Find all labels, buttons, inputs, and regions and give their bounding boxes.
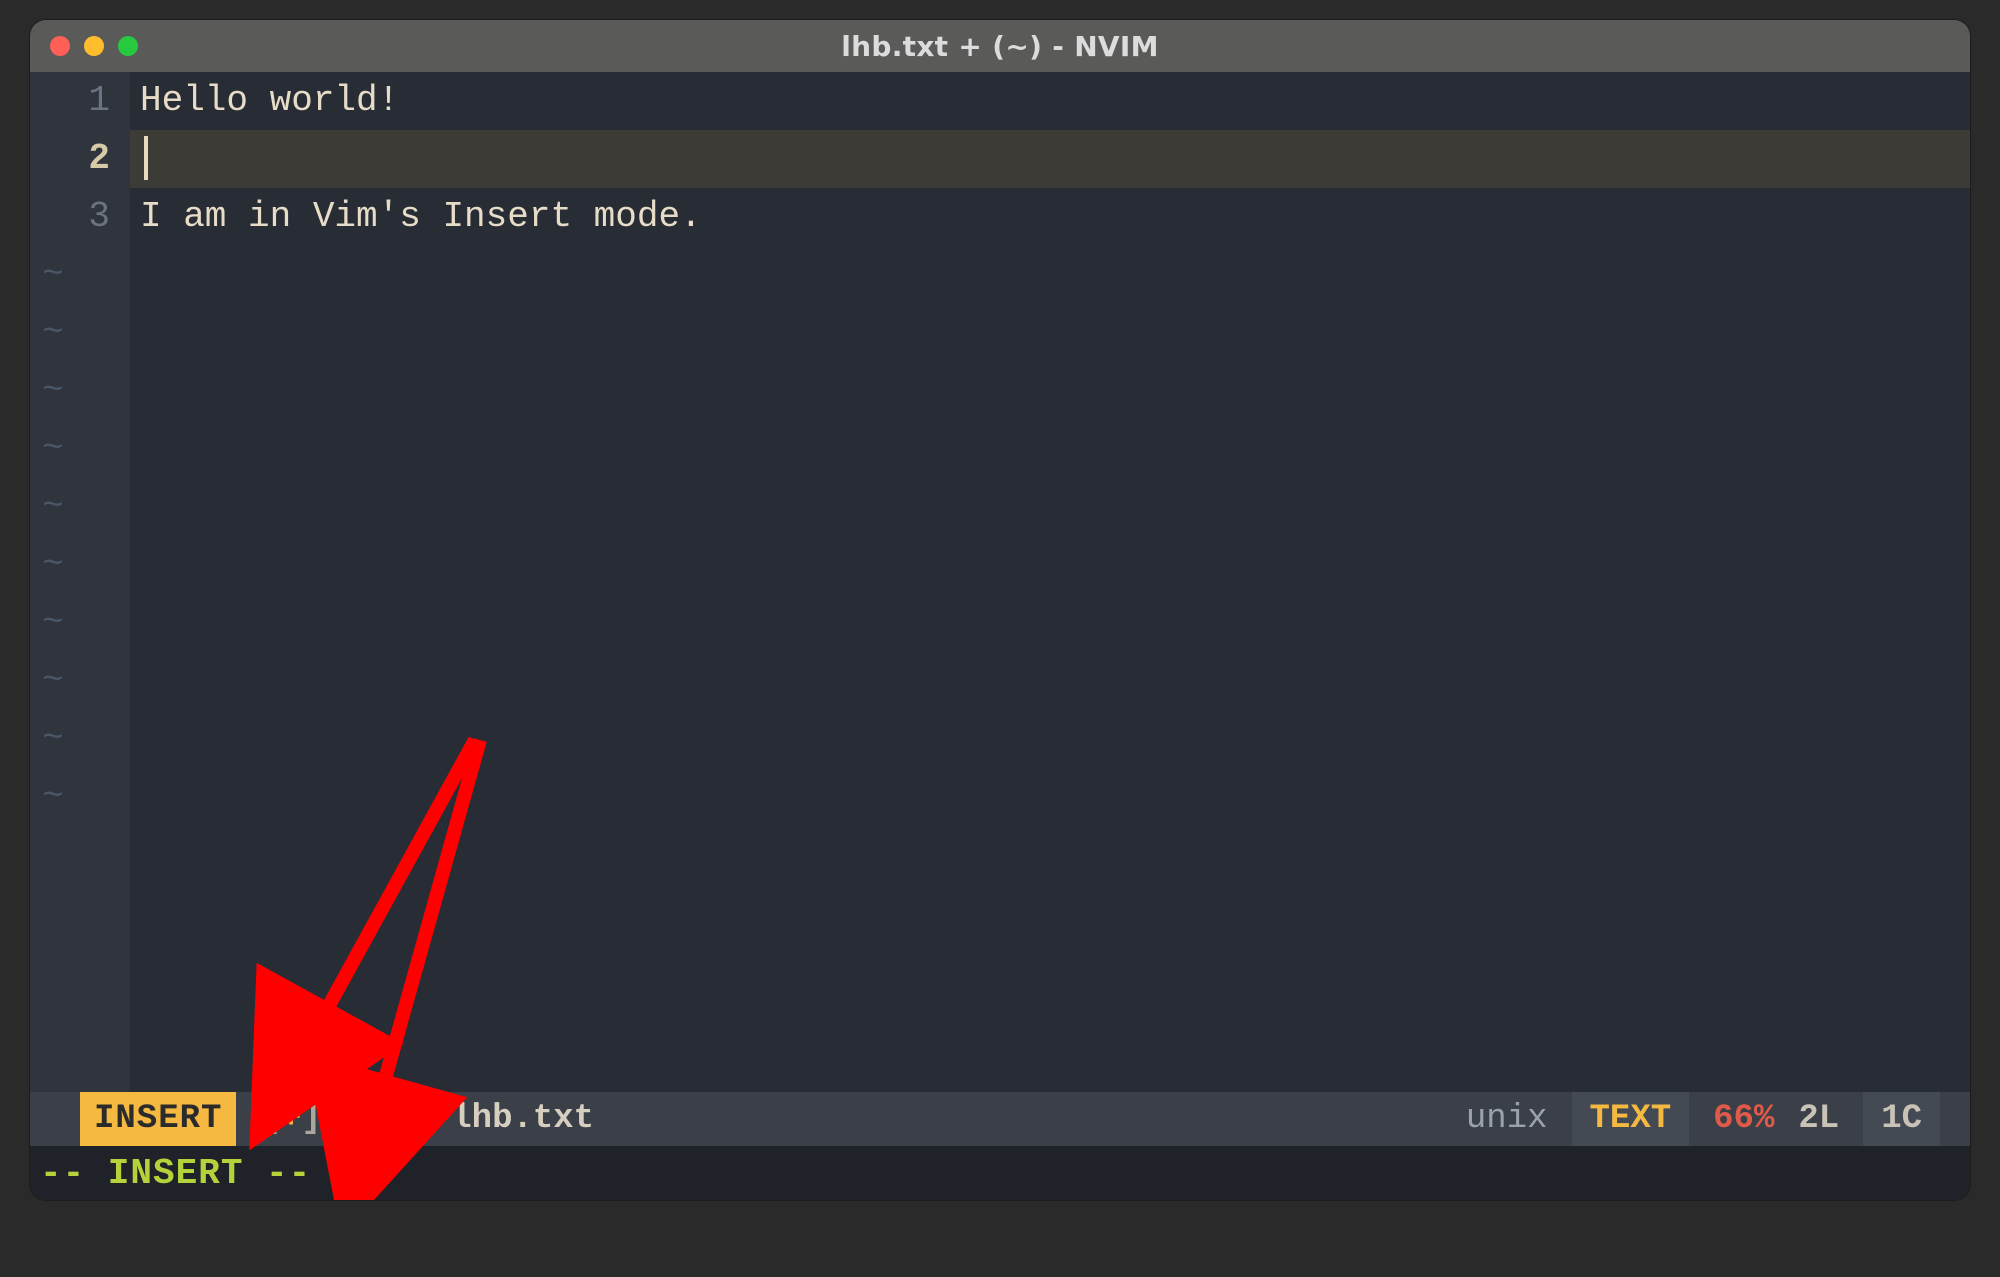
line-position: 2L xyxy=(1798,1100,1839,1138)
tilde-marker: ~ xyxy=(30,420,130,478)
tilde-marker: ~ xyxy=(30,710,130,768)
line-number: 1 xyxy=(30,72,130,130)
titlebar: lhb.txt + (~) - NVIM xyxy=(30,20,1970,72)
editor-line[interactable]: 1Hello world! xyxy=(30,72,1970,130)
editor-area[interactable]: 1Hello world!23I am in Vim's Insert mode… xyxy=(30,72,1970,1092)
tilde-marker: ~ xyxy=(30,246,130,304)
minimize-button[interactable] xyxy=(84,36,104,56)
window-title: lhb.txt + (~) - NVIM xyxy=(30,30,1970,63)
scroll-percent: 66% xyxy=(1713,1100,1774,1138)
close-button[interactable] xyxy=(50,36,70,56)
fileformat-label: unix xyxy=(1466,1100,1548,1138)
filename-label: lhb.txt xyxy=(451,1100,594,1138)
tilde-marker: ~ xyxy=(30,304,130,362)
filetype-badge: TEXT xyxy=(1572,1092,1690,1146)
terminal-window: lhb.txt + (~) - NVIM 1Hello world!23I am… xyxy=(30,20,1970,1200)
line-number: 3 xyxy=(30,188,130,246)
maximize-button[interactable] xyxy=(118,36,138,56)
statusline: INSERT [+] [RW] lhb.txt unix TEXT 66% 2L… xyxy=(30,1092,1970,1146)
line-text[interactable]: I am in Vim's Insert mode. xyxy=(130,188,702,246)
line-text[interactable] xyxy=(130,130,148,188)
editor-line[interactable]: 3I am in Vim's Insert mode. xyxy=(30,188,1970,246)
tilde-marker: ~ xyxy=(30,594,130,652)
line-number: 2 xyxy=(30,130,130,188)
tilde-marker: ~ xyxy=(30,652,130,710)
readwrite-flag: [RW] xyxy=(346,1100,428,1138)
tilde-marker: ~ xyxy=(30,768,130,826)
modified-flag: [+] xyxy=(260,1100,321,1138)
command-line[interactable]: -- INSERT -- xyxy=(30,1146,1970,1200)
tilde-marker: ~ xyxy=(30,362,130,420)
line-text[interactable]: Hello world! xyxy=(130,72,399,130)
traffic-lights xyxy=(50,36,138,56)
mode-message: -- INSERT -- xyxy=(40,1153,311,1194)
tilde-marker: ~ xyxy=(30,478,130,536)
mode-indicator: INSERT xyxy=(80,1092,236,1146)
editor-line[interactable]: 2 xyxy=(30,130,1970,188)
cursor xyxy=(144,136,148,180)
tilde-marker: ~ xyxy=(30,536,130,594)
column-position: 1C xyxy=(1863,1092,1940,1146)
empty-lines-tildes: ~~~~~~~~~~ xyxy=(30,246,130,826)
